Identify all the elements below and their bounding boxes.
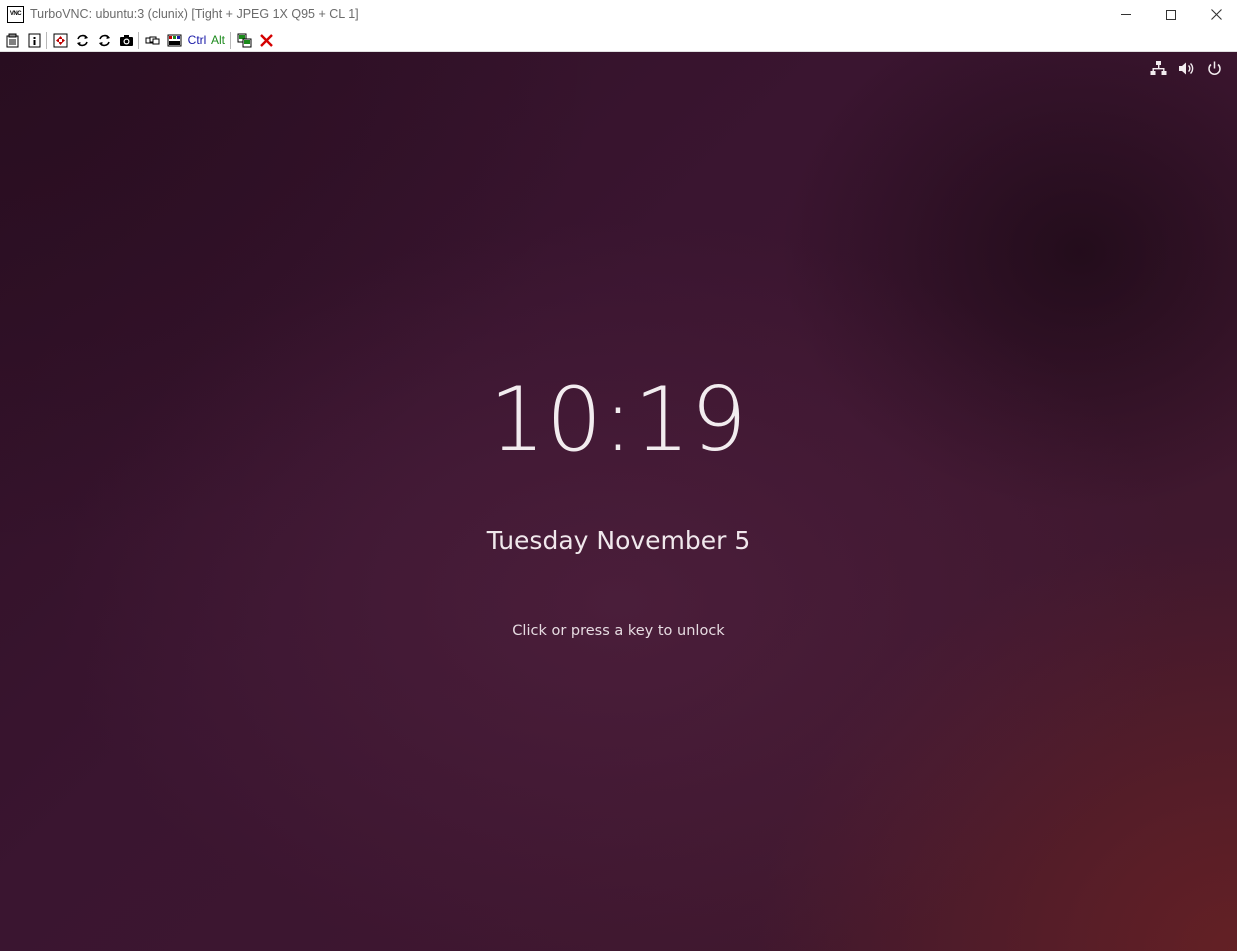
volume-icon <box>1179 62 1194 75</box>
keys-icon <box>145 36 159 45</box>
toolbar-separator <box>230 32 231 49</box>
maximize-button[interactable] <box>1148 0 1194 29</box>
full-screen-button[interactable] <box>51 32 69 49</box>
disconnect-button[interactable] <box>257 32 275 49</box>
refresh-icon <box>76 34 88 47</box>
lossless-refresh-icon <box>98 34 110 47</box>
power-icon <box>1208 61 1221 75</box>
system-status-area[interactable] <box>1150 60 1223 77</box>
network-icon <box>1150 61 1167 75</box>
lock-screen-date: Tuesday November 5 <box>486 526 751 555</box>
alt-key-label: Alt <box>210 33 225 47</box>
fullscreen-icon <box>53 33 67 48</box>
unlock-hint: Click or press a key to unlock <box>512 623 725 639</box>
lock-screen-clock: 10:19 <box>489 368 748 471</box>
turbovnc-app-icon: VNC <box>7 6 24 23</box>
window-title: TurboVNC: ubuntu:3 (clunix) [Tight + JPE… <box>30 7 359 21</box>
camera-icon <box>119 35 133 46</box>
alt-key-toggle[interactable]: Alt <box>209 32 227 49</box>
send-ctrl-esc-button[interactable] <box>165 32 183 49</box>
connection-info-button[interactable] <box>25 32 43 49</box>
maximize-icon <box>1166 9 1176 20</box>
close-button[interactable] <box>1193 0 1237 29</box>
close-icon <box>1210 9 1222 20</box>
new-connection-button[interactable] <box>235 32 253 49</box>
minimize-icon <box>1121 14 1131 15</box>
ctrl-esc-icon <box>167 34 181 47</box>
save-screenshot-button[interactable] <box>117 32 135 49</box>
toolbar-separator <box>46 32 47 49</box>
minimize-button[interactable] <box>1103 0 1149 29</box>
options-button[interactable] <box>3 32 21 49</box>
new-connection-icon <box>237 33 251 48</box>
send-ctrl-alt-del-button[interactable] <box>143 32 161 49</box>
toolbar-separator <box>138 32 139 49</box>
disconnect-icon <box>259 34 273 47</box>
remote-desktop-lock-screen[interactable]: 10:19 Tuesday November 5 Click or press … <box>0 52 1237 951</box>
info-icon <box>28 33 40 48</box>
vnc-toolbar: Ctrl Alt <box>0 29 1237 52</box>
ctrl-key-label: Ctrl <box>187 33 207 47</box>
window-titlebar: VNC TurboVNC: ubuntu:3 (clunix) [Tight +… <box>0 0 1237 29</box>
options-icon <box>6 33 18 48</box>
refresh-screen-button[interactable] <box>73 32 91 49</box>
lossless-refresh-button[interactable] <box>95 32 113 49</box>
ctrl-key-toggle[interactable]: Ctrl <box>186 32 208 49</box>
